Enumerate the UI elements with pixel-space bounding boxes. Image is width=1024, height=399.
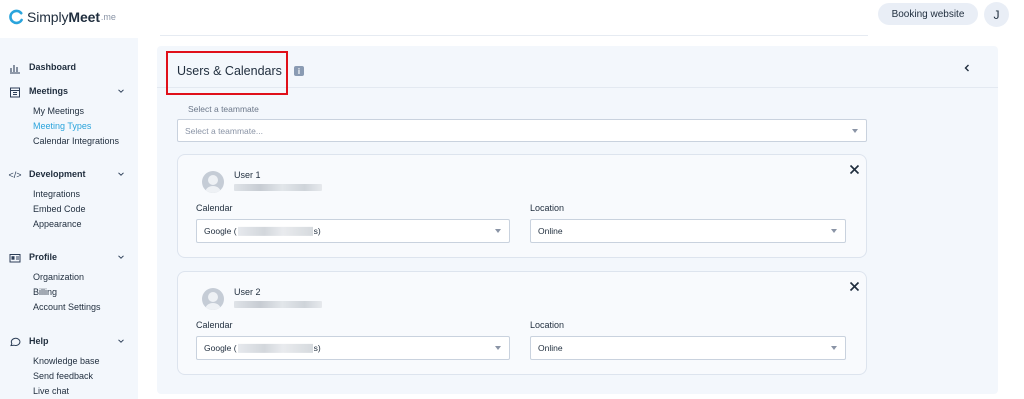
chevron-down-icon: [118, 89, 124, 93]
close-icon[interactable]: [849, 164, 860, 175]
sidebar-item-knowledge-base[interactable]: Knowledge base: [33, 356, 100, 366]
close-icon[interactable]: [849, 281, 860, 292]
teammate-select-placeholder: Select a teammate...: [185, 125, 263, 136]
location-label: Location: [530, 203, 565, 213]
sidebar-group-help: Help Knowledge base Send feedback Live c…: [0, 334, 138, 396]
booking-website-button[interactable]: Booking website: [878, 3, 978, 25]
calendar-icon: [10, 87, 20, 98]
sidebar-item-label: Dashboard: [29, 62, 77, 72]
location-select[interactable]: Online: [530, 336, 846, 360]
sidebar-item-organization[interactable]: Organization: [33, 272, 84, 282]
sidebar-item-embed-code[interactable]: Embed Code: [33, 204, 86, 214]
sidebar-item-account-settings[interactable]: Account Settings: [33, 302, 101, 312]
avatar: [202, 288, 224, 310]
teammate-select[interactable]: Select a teammate...: [177, 119, 867, 142]
sidebar-item-development[interactable]: </> Development: [0, 167, 138, 183]
user-avatar-button[interactable]: J: [984, 2, 1009, 27]
redacted-email: [234, 184, 322, 191]
app-logo[interactable]: SimplyMeet .me: [8, 9, 116, 25]
logo-icon: [9, 9, 23, 25]
location-select-value: Online: [538, 226, 563, 236]
chevron-down-icon: [118, 172, 124, 176]
sidebar-item-label: Meetings: [29, 86, 69, 96]
sidebar-item-profile[interactable]: Profile: [0, 250, 138, 266]
logo-text: SimplyMeet: [27, 9, 100, 25]
calendar-select-value: Google (s): [204, 342, 321, 354]
sidebar-item-billing[interactable]: Billing: [33, 287, 57, 297]
chat-bubble-icon: [10, 337, 21, 347]
sidebar-item-help[interactable]: Help: [0, 334, 138, 350]
id-card-icon: [9, 254, 21, 263]
sidebar-item-label: Profile: [29, 252, 58, 262]
sidebar-item-meetings[interactable]: Meetings: [0, 84, 138, 100]
sidebar: Dashboard Meetings My Meetings Meeting T…: [0, 38, 138, 399]
sidebar-item-integrations[interactable]: Integrations: [33, 189, 80, 199]
location-label: Location: [530, 320, 565, 330]
user-card: User 2 Calendar Google (s) Location Onli…: [177, 271, 867, 375]
calendar-select[interactable]: Google (s): [196, 219, 510, 243]
caret-down-icon: [831, 346, 837, 350]
users-calendars-panel: Users & Calendars i Select a teammate Se…: [157, 46, 998, 394]
sidebar-item-calendar-integrations[interactable]: Calendar Integrations: [33, 136, 119, 146]
sidebar-item-dashboard[interactable]: Dashboard: [0, 60, 138, 76]
chevron-down-icon: [118, 339, 124, 343]
sidebar-group-profile: Profile Organization Billing Account Set…: [0, 250, 138, 312]
top-bar: SimplyMeet .me Booking website J: [0, 0, 1024, 36]
caret-down-icon: [495, 229, 501, 233]
sidebar-item-live-chat[interactable]: Live chat: [33, 386, 69, 396]
chevron-left-icon[interactable]: [962, 63, 972, 73]
caret-down-icon: [852, 128, 858, 133]
location-select[interactable]: Online: [530, 219, 846, 243]
sidebar-item-meeting-types[interactable]: Meeting Types: [33, 121, 91, 131]
calendar-select[interactable]: Google (s): [196, 336, 510, 360]
sidebar-item-label: Development: [29, 169, 86, 179]
calendar-label: Calendar: [196, 203, 233, 213]
panel-header: Users & Calendars i: [157, 46, 998, 95]
divider: [160, 35, 868, 36]
redacted-text: [237, 227, 313, 237]
chart-icon: [10, 65, 20, 74]
logo-suffix: .me: [100, 12, 116, 22]
calendar-label: Calendar: [196, 320, 233, 330]
sidebar-item-my-meetings[interactable]: My Meetings: [33, 106, 84, 116]
sidebar-group-meetings: Meetings My Meetings Meeting Types Calen…: [0, 84, 138, 146]
sidebar-item-send-feedback[interactable]: Send feedback: [33, 371, 93, 381]
user-name: User 1: [234, 170, 261, 180]
redacted-email: [234, 301, 322, 308]
redacted-text: [237, 344, 313, 354]
caret-down-icon: [831, 229, 837, 233]
sidebar-item-appearance[interactable]: Appearance: [33, 219, 82, 229]
sidebar-group-development: </> Development Integrations Embed Code …: [0, 167, 138, 229]
location-select-value: Online: [538, 343, 563, 353]
chevron-down-icon: [118, 255, 124, 259]
user-card: User 1 Calendar Google (s) Location Onli…: [177, 154, 867, 258]
highlight-box: [166, 51, 288, 95]
teammate-select-label: Select a teammate: [188, 104, 259, 114]
avatar: [202, 171, 224, 193]
code-icon: </>: [8, 170, 22, 180]
caret-down-icon: [495, 346, 501, 350]
info-icon[interactable]: i: [294, 66, 304, 76]
sidebar-item-label: Help: [29, 336, 49, 346]
user-name: User 2: [234, 287, 261, 297]
calendar-select-value: Google (s): [204, 225, 321, 237]
